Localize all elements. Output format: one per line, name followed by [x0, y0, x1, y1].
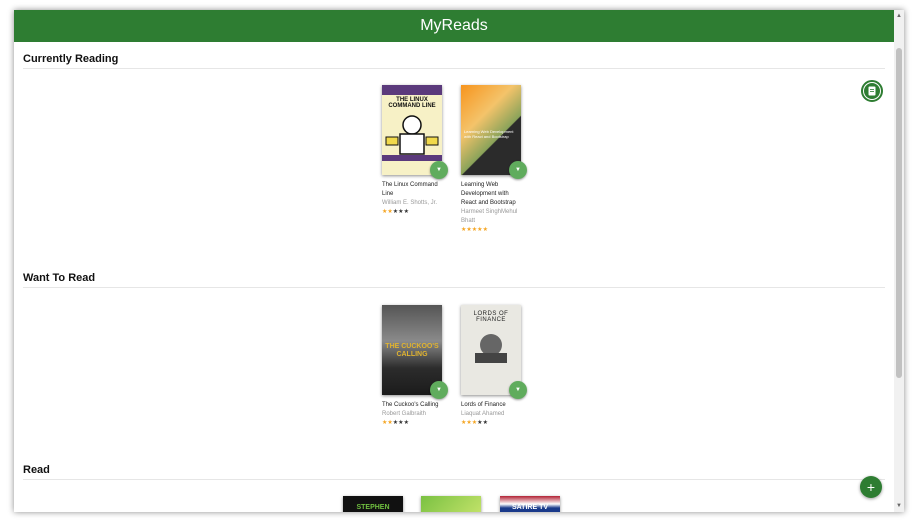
- shelf-title-read: Read: [23, 464, 885, 480]
- book-cover[interactable]: THE CUCKOO'S CALLING ▼: [382, 305, 448, 399]
- scroll-up-icon[interactable]: ▲: [895, 12, 903, 20]
- book-title: The Cuckoo's Calling: [382, 402, 439, 408]
- cover-illustration: [475, 334, 507, 363]
- book-icon: [864, 83, 880, 99]
- star-rating: ★★★★★: [461, 419, 531, 428]
- star-icon: ★: [403, 209, 409, 215]
- scroll-down-icon[interactable]: ▼: [895, 502, 903, 510]
- shelf-changer-button[interactable]: ▼: [509, 161, 527, 179]
- scroll-thumb[interactable]: [896, 48, 902, 378]
- star-icon: ★: [482, 227, 488, 233]
- star-icon: ★: [482, 420, 488, 426]
- book-cover[interactable]: LORDS OF FINANCE ▼: [461, 305, 527, 399]
- app-frame: MyReads Currently Reading THE LINUX COMM…: [14, 10, 904, 512]
- cover-title: THE CUCKOO'S CALLING: [385, 343, 439, 358]
- book-cover[interactable]: SATIRE TV: [500, 496, 560, 512]
- chevron-down-icon: ▼: [515, 387, 521, 393]
- book-title: Lords of Finance: [461, 402, 506, 408]
- book-authors: Robert Galbraith: [382, 411, 427, 417]
- chevron-down-icon: ▼: [515, 167, 521, 173]
- book-cover[interactable]: [421, 496, 481, 512]
- app-title: MyReads: [420, 17, 488, 34]
- shelf-title-currently-reading: Currently Reading: [23, 53, 885, 69]
- cover-title: THE LINUX COMMAND LINE: [388, 97, 436, 109]
- app-header: MyReads: [14, 10, 894, 42]
- cover-title: LORDS OF FINANCE: [473, 311, 509, 323]
- book-title: Learning Web Development with React and …: [461, 182, 516, 206]
- book-authors: William E. Shotts, Jr.: [382, 200, 438, 206]
- cover-title: Learning Web Development with React and …: [464, 129, 514, 139]
- shelf-changer-button[interactable]: ▼: [509, 381, 527, 399]
- book-cover[interactable]: STEPHEN: [343, 496, 403, 512]
- cover-title: SATIRE TV: [511, 504, 549, 511]
- cover-title: STEPHEN: [356, 504, 390, 511]
- book-title: The Linux Command Line: [382, 182, 438, 197]
- star-rating: ★★★★★: [461, 226, 531, 235]
- search-books-button[interactable]: [861, 80, 883, 102]
- plus-icon: +: [866, 479, 876, 495]
- book-authors: Harmeet SinghMehul Bhatt: [461, 209, 518, 224]
- book-item: THE CUCKOO'S CALLING ▼ The Cuckoo's Call…: [382, 305, 452, 428]
- book-cover[interactable]: Learning Web Development with React and …: [461, 85, 527, 179]
- shelf-title-want-to-read: Want To Read: [23, 272, 885, 288]
- chevron-down-icon: ▼: [436, 387, 442, 393]
- scrollbar[interactable]: ▲ ▼: [894, 10, 904, 512]
- star-rating: ★★★★★: [382, 208, 452, 217]
- chevron-down-icon: ▼: [436, 167, 442, 173]
- book-item: LORDS OF FINANCE ▼ Lords of Finance Liaq…: [461, 305, 531, 428]
- shelf-changer-button[interactable]: ▼: [430, 161, 448, 179]
- star-icon: ★: [403, 420, 409, 426]
- book-authors: Liaquat Ahamed: [461, 411, 505, 417]
- star-rating: ★★★★★: [382, 419, 452, 428]
- shelf-changer-button[interactable]: ▼: [430, 381, 448, 399]
- book-item: Learning Web Development with React and …: [461, 85, 531, 235]
- add-book-button[interactable]: +: [860, 476, 882, 498]
- book-cover[interactable]: THE LINUX COMMAND LINE ▼: [382, 85, 448, 179]
- cover-illustration: [382, 115, 442, 161]
- book-item: THE LINUX COMMAND LINE ▼ The Linux Comma…: [382, 85, 452, 217]
